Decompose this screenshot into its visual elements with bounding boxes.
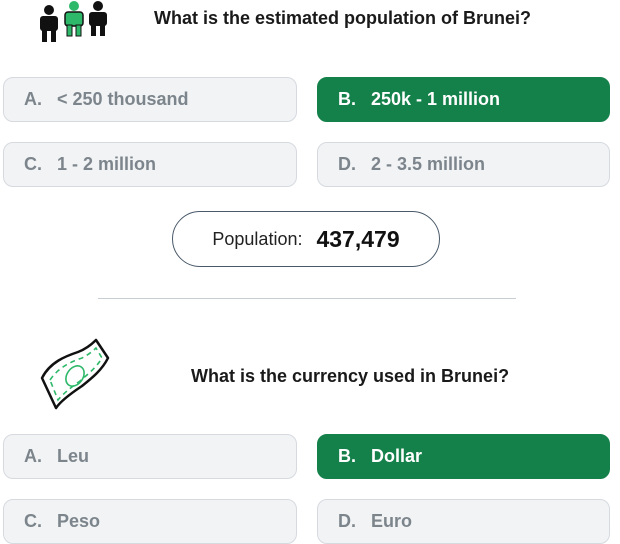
option-label: 1 - 2 million	[57, 154, 157, 174]
question-title: What is the estimated population of Brun…	[154, 8, 532, 28]
option-letter: A.	[24, 89, 42, 109]
option-label: Dollar	[371, 446, 423, 466]
option-letter: D.	[338, 511, 356, 531]
population-value: 437,479	[316, 225, 400, 252]
option-letter: B.	[338, 89, 356, 109]
option-a[interactable]: A. < 250 thousand	[3, 77, 297, 122]
option-letter: A.	[24, 446, 42, 466]
option-label: Peso	[57, 511, 101, 531]
option-letter: D.	[338, 154, 356, 174]
option-d[interactable]: D. 2 - 3.5 million	[317, 142, 610, 187]
option-c[interactable]: C. 1 - 2 million	[3, 142, 297, 187]
population-result: Population: 437,479	[172, 211, 440, 267]
option-label: Euro	[371, 511, 413, 531]
option-d[interactable]: D. Euro	[317, 499, 610, 544]
option-letter: C.	[24, 154, 42, 174]
option-b[interactable]: B. Dollar	[317, 434, 610, 479]
people-icon	[36, 0, 112, 44]
option-label: < 250 thousand	[57, 89, 189, 109]
banknote-icon	[36, 336, 112, 412]
option-c[interactable]: C. Peso	[3, 499, 297, 544]
option-label: 250k - 1 million	[371, 89, 501, 109]
section-divider	[98, 298, 516, 299]
option-b[interactable]: B. 250k - 1 million	[317, 77, 610, 122]
question-title: What is the currency used in Brunei?	[191, 366, 510, 386]
option-a[interactable]: A. Leu	[3, 434, 297, 479]
option-letter: B.	[338, 446, 356, 466]
population-label: Population:	[212, 228, 303, 249]
option-label: Leu	[57, 446, 90, 466]
option-letter: C.	[24, 511, 42, 531]
option-label: 2 - 3.5 million	[371, 154, 486, 174]
